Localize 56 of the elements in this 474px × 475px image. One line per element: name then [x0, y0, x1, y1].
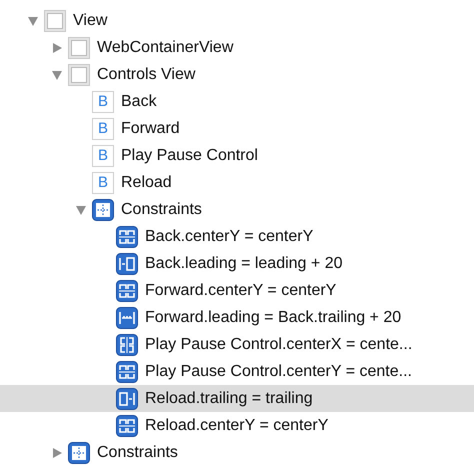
constraint-icon [116, 334, 138, 356]
outline-label: WebContainerView [97, 38, 234, 56]
outline-label: Controls View [97, 66, 196, 84]
disclosure-triangle-icon[interactable] [27, 14, 39, 26]
disclosure-triangle-icon[interactable] [51, 42, 63, 54]
outline-row[interactable]: Controls View [0, 61, 474, 88]
outline-row[interactable]: Play Pause Control.centerX = cente... [0, 331, 474, 358]
constraints-icon [68, 442, 90, 464]
outline-label: Reload [121, 174, 172, 192]
constraint-icon [116, 360, 138, 382]
outline-row[interactable]: Play Pause Control.centerY = cente... [0, 358, 474, 385]
outline-label: Back [121, 92, 157, 110]
outline-row[interactable]: B Reload [0, 169, 474, 196]
outline-label: Back.leading = leading + 20 [145, 254, 342, 272]
outline-row[interactable]: Constraints [0, 196, 474, 223]
outline-row[interactable]: WebContainerView [0, 34, 474, 61]
outline-label: Forward.centerY = centerY [145, 282, 336, 300]
outline-row[interactable]: View [0, 7, 474, 34]
button-icon: B [92, 144, 114, 166]
outline-label: Play Pause Control.centerX = cente... [145, 336, 412, 354]
outline-label: Forward [121, 120, 180, 138]
outline-row[interactable]: Reload.trailing = trailing [0, 385, 474, 412]
view-icon [68, 36, 90, 58]
outline-row[interactable]: B Play Pause Control [0, 142, 474, 169]
outline-row[interactable]: Back.leading = leading + 20 [0, 250, 474, 277]
button-icon: B [92, 90, 114, 112]
outline-label: Reload.centerY = centerY [145, 416, 328, 434]
disclosure-triangle-icon[interactable] [75, 204, 87, 216]
constraint-icon [116, 226, 138, 248]
constraint-icon [116, 388, 138, 410]
outline-label: Reload.trailing = trailing [145, 390, 313, 408]
outline-row[interactable]: Reload.centerY = centerY [0, 412, 474, 439]
button-icon: B [92, 172, 114, 194]
view-icon [68, 64, 90, 86]
constraints-icon [92, 198, 114, 220]
outline-row[interactable]: Back.centerY = centerY [0, 223, 474, 250]
constraint-icon [116, 306, 138, 328]
outline-label: Play Pause Control [121, 146, 258, 164]
outline-row[interactable]: Constraints [0, 439, 474, 466]
outline-label: Back.centerY = centerY [145, 228, 314, 246]
outline-label: Forward.leading = Back.trailing + 20 [145, 308, 402, 326]
outline-label: Play Pause Control.centerY = cente... [145, 362, 412, 380]
outline-label: Constraints [97, 444, 178, 462]
view-icon [44, 10, 66, 32]
constraint-icon [116, 414, 138, 436]
disclosure-triangle-icon[interactable] [51, 68, 63, 80]
constraint-icon [116, 280, 138, 302]
outline-row[interactable]: B Back [0, 88, 474, 115]
outline-row[interactable]: Forward.centerY = centerY [0, 277, 474, 304]
outline-label: Constraints [121, 200, 202, 218]
outline-label: View [73, 12, 108, 30]
button-icon: B [92, 118, 114, 140]
disclosure-triangle-icon[interactable] [51, 446, 63, 458]
constraint-icon [116, 252, 138, 274]
outline-row[interactable]: B Forward [0, 115, 474, 142]
outline-row[interactable]: Forward.leading = Back.trailing + 20 [0, 304, 474, 331]
